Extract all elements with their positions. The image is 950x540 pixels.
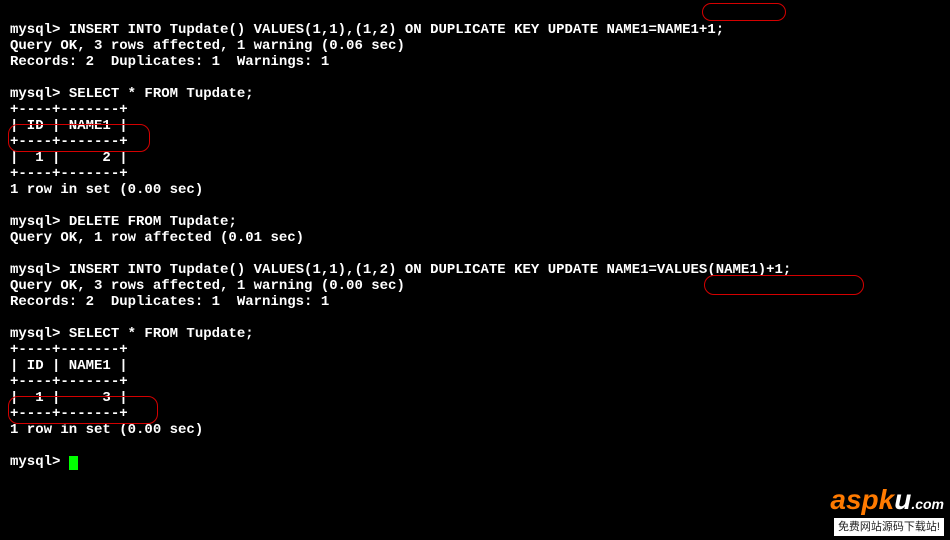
- sql-delete: DELETE FROM Tupdate;: [69, 214, 237, 230]
- line-16: Query OK, 3 rows affected, 1 warning (0.…: [10, 278, 405, 294]
- mysql-prompt: mysql>: [10, 214, 69, 230]
- table2-header: | ID | NAME1 |: [10, 358, 128, 374]
- table1-row: | 1 | 2 |: [10, 150, 128, 166]
- watermark: aspku.com 免费网站源码下载站!: [830, 486, 944, 536]
- mysql-prompt: mysql>: [10, 262, 69, 278]
- watermark-brand: aspku.com: [830, 486, 944, 518]
- line-1: mysql> INSERT INTO Tupdate() VALUES(1,1)…: [10, 22, 724, 38]
- line-19: mysql> SELECT * FROM Tupdate;: [10, 326, 254, 342]
- table1-sep-top: +----+-------+: [10, 102, 128, 118]
- mysql-prompt: mysql>: [10, 326, 69, 342]
- table2-sep-top: +----+-------+: [10, 342, 128, 358]
- line-5: mysql> SELECT * FROM Tupdate;: [10, 86, 254, 102]
- sql-insert-1: INSERT INTO Tupdate() VALUES(1,1),(1,2) …: [69, 22, 724, 38]
- table2-row: | 1 | 3 |: [10, 390, 128, 406]
- line-2: Query OK, 3 rows affected, 1 warning (0.…: [10, 38, 405, 54]
- terminal-output: mysql> INSERT INTO Tupdate() VALUES(1,1)…: [0, 0, 950, 476]
- watermark-tagline: 免费网站源码下载站!: [834, 518, 944, 536]
- table2-sep-bot: +----+-------+: [10, 406, 128, 422]
- table2-sep-mid: +----+-------+: [10, 374, 128, 390]
- line-10: 1 row in set (0.00 sec): [10, 182, 203, 198]
- line-15: mysql> INSERT INTO Tupdate() VALUES(1,1)…: [10, 262, 791, 278]
- brand-part-white: u: [894, 484, 911, 515]
- sql-insert-2: INSERT INTO Tupdate() VALUES(1,1),(1,2) …: [69, 262, 792, 278]
- sql-select-2: SELECT * FROM Tupdate;: [69, 326, 254, 342]
- line-12: mysql> DELETE FROM Tupdate;: [10, 214, 237, 230]
- line-3: Records: 2 Duplicates: 1 Warnings: 1: [10, 54, 329, 70]
- mysql-prompt: mysql>: [10, 22, 69, 38]
- line-26[interactable]: mysql>: [10, 454, 78, 470]
- line-13: Query OK, 1 row affected (0.01 sec): [10, 230, 304, 246]
- mysql-prompt: mysql>: [10, 86, 69, 102]
- line-17: Records: 2 Duplicates: 1 Warnings: 1: [10, 294, 329, 310]
- cursor-icon: [69, 456, 78, 470]
- brand-part-orange: aspk: [830, 484, 894, 515]
- sql-select-1: SELECT * FROM Tupdate;: [69, 86, 254, 102]
- table1-sep-bot: +----+-------+: [10, 166, 128, 182]
- line-24: 1 row in set (0.00 sec): [10, 422, 203, 438]
- table1-sep-mid: +----+-------+: [10, 134, 128, 150]
- brand-domain: .com: [911, 496, 944, 512]
- mysql-prompt: mysql>: [10, 454, 69, 470]
- table1-header: | ID | NAME1 |: [10, 118, 128, 134]
